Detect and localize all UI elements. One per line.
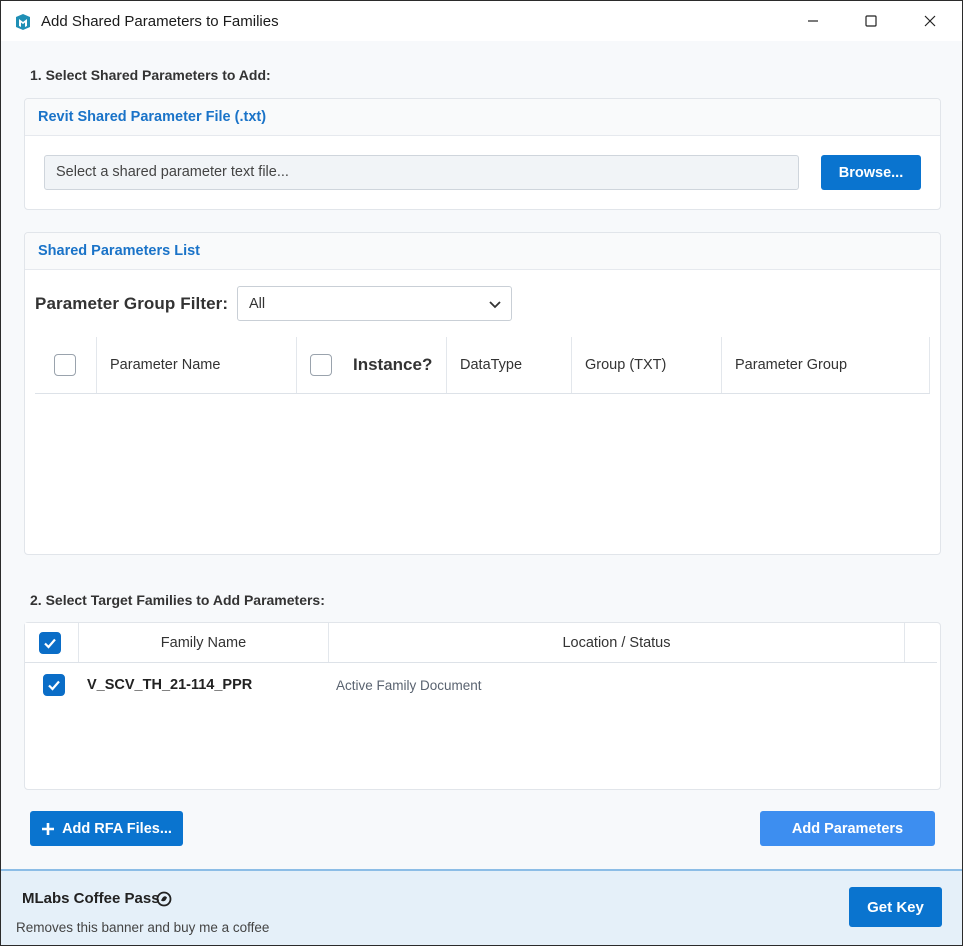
step2-heading: 2. Select Target Families to Add Paramet… [30,592,325,608]
column-instance-label: Instance? [353,355,433,374]
column-parameter-group[interactable]: Parameter Group [722,337,930,393]
column-datatype-label: DataType [460,357,523,373]
column-parameter-name-label: Parameter Name [110,357,221,373]
app-logo-icon [16,14,30,30]
column-parameter-group-label: Parameter Group [735,357,848,373]
select-all-params-checkbox[interactable] [54,354,76,376]
add-parameters-button[interactable]: Add Parameters [760,811,935,846]
family-row-checkbox[interactable] [43,674,65,696]
banner-title: MLabs Coffee Pass [22,890,160,907]
filter-selected-value: All [249,296,266,312]
add-rfa-files-label: Add RFA Files... [62,820,172,837]
params-panel-header: Shared Parameters List [25,233,940,270]
column-family-name[interactable]: Family Name [79,623,329,662]
maximize-icon [865,15,877,27]
parameter-group-filter-select[interactable]: All [237,286,512,321]
shared-params-panel: Shared Parameters List Parameter Group F… [24,232,941,555]
column-instance[interactable]: Instance? [297,337,447,393]
minimize-button[interactable] [801,9,825,33]
shared-param-file-panel: Revit Shared Parameter File (.txt) Selec… [24,98,941,210]
column-location-status-label: Location / Status [562,634,671,651]
coffee-icon [156,891,172,907]
checkmark-icon [44,638,56,649]
plus-icon [42,822,55,835]
window-title: Add Shared Parameters to Families [41,13,279,30]
close-button[interactable] [918,9,942,33]
families-grid-header: Family Name Location / Status [25,623,937,663]
column-family-name-label: Family Name [160,634,247,651]
family-status-cell: Active Family Document [336,678,482,693]
get-key-button[interactable]: Get Key [849,887,942,927]
select-all-families-checkbox[interactable] [39,632,61,654]
column-parameter-name[interactable]: Parameter Name [97,337,297,393]
column-datatype[interactable]: DataType [447,337,572,393]
title-bar: Add Shared Parameters to Families [1,1,962,41]
family-name-cell: V_SCV_TH_21-114_PPR [87,677,253,693]
maximize-button[interactable] [859,9,883,33]
checkmark-icon [48,680,60,691]
banner-subtitle: Removes this banner and buy me a coffee [16,920,270,935]
close-icon [924,15,936,27]
params-grid-header: Parameter Name Instance? DataType Group … [35,337,930,394]
families-select-all-column [25,623,79,662]
step1-heading: 1. Select Shared Parameters to Add: [30,67,271,83]
column-location-status[interactable]: Location / Status [329,623,905,662]
target-families-panel: Family Name Location / Status V_SCV_TH_2… [24,622,941,790]
instance-all-checkbox[interactable] [310,354,332,376]
shared-param-file-input[interactable]: Select a shared parameter text file... [44,155,799,190]
browse-button[interactable]: Browse... [821,155,921,190]
app-window: Add Shared Parameters to Families 1. Sel… [0,0,963,946]
file-panel-header: Revit Shared Parameter File (.txt) [25,99,940,136]
parameter-group-filter-label: Parameter Group Filter: [35,294,229,313]
coffee-pass-banner: MLabs Coffee Pass Removes this banner an… [1,869,962,945]
add-rfa-files-button[interactable]: Add RFA Files... [30,811,183,846]
select-all-column [35,337,97,393]
column-group-txt-label: Group (TXT) [585,357,667,373]
chevron-down-icon [489,301,501,309]
column-group-txt[interactable]: Group (TXT) [572,337,722,393]
minimize-icon [808,20,818,22]
